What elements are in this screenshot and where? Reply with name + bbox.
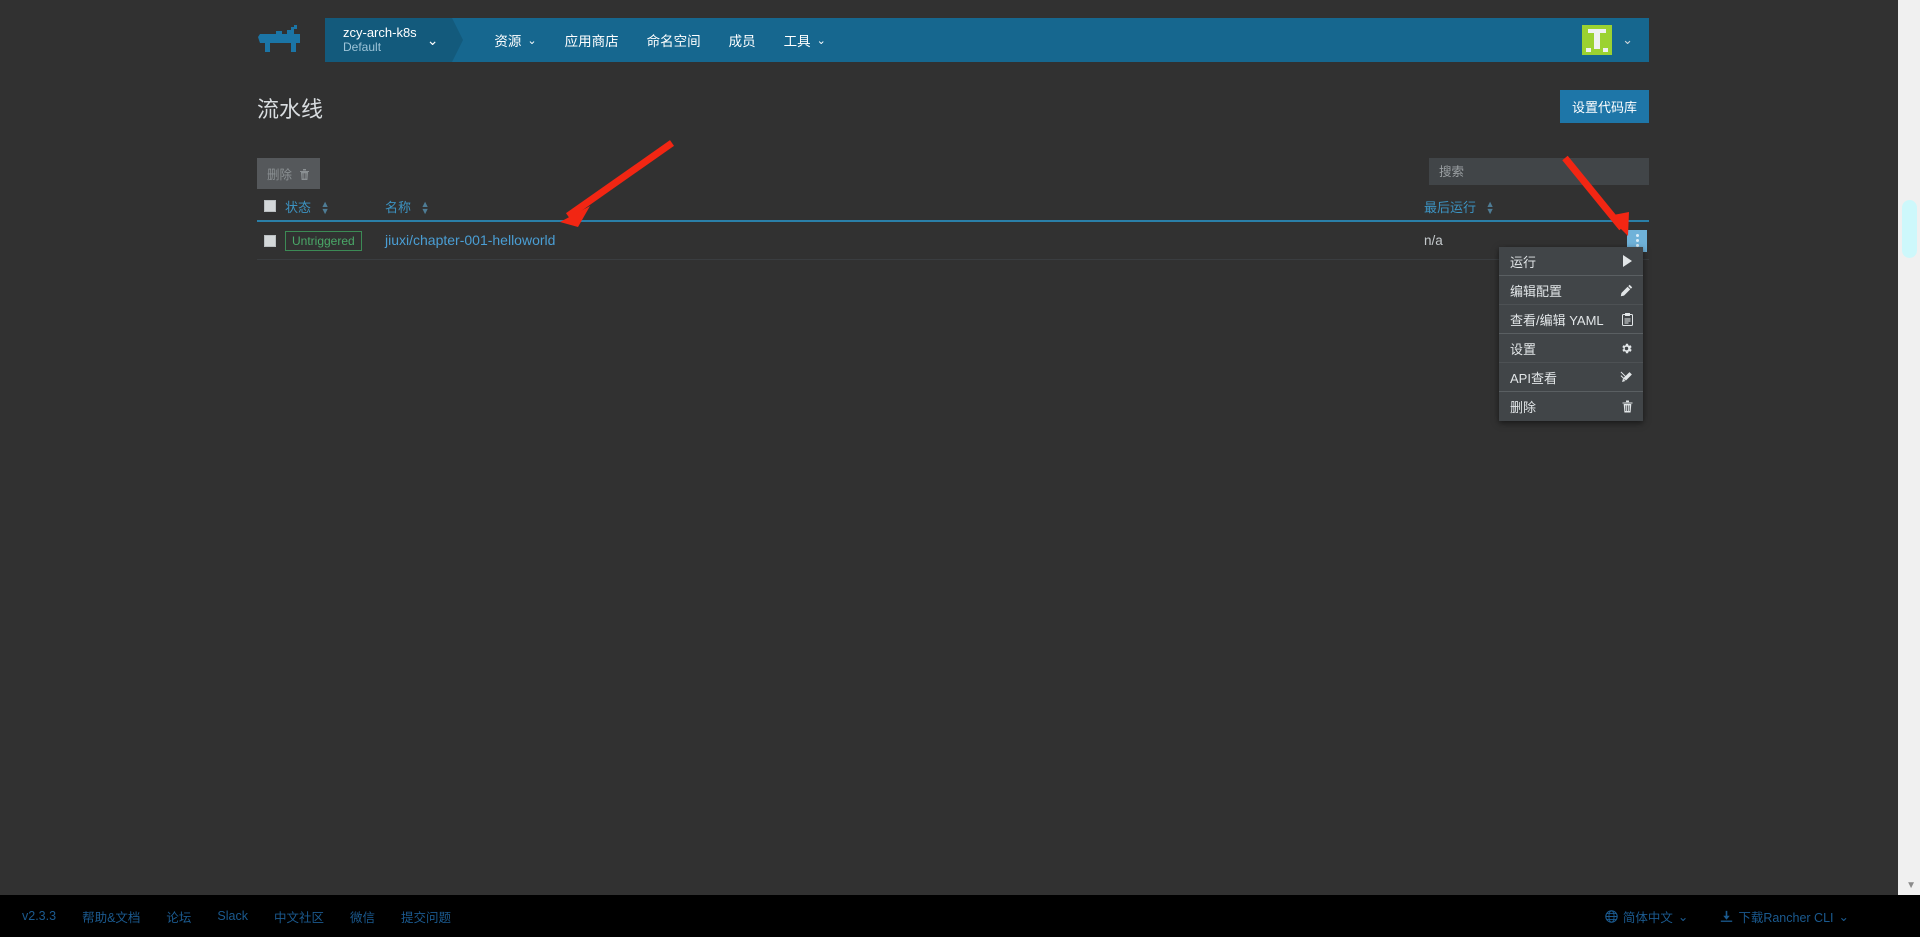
chevron-down-icon: ⌄ [1677, 909, 1689, 924]
page-canvas [0, 0, 1898, 895]
table-header-row: 状态 ▲ ▼ 名称 ▲ ▼ 最后运行 ▲ ▼ [257, 192, 1649, 222]
nav-item-members[interactable]: 成员 [715, 18, 770, 62]
footer-link-wechat[interactable]: 微信 [337, 907, 388, 926]
language-selector[interactable]: 简体中文 ⌄ [1589, 907, 1705, 926]
bulk-delete-button[interactable]: 删除 [257, 158, 321, 189]
nav-item-resources[interactable]: 资源 ⌄ [480, 18, 550, 62]
project-name: Default [343, 39, 382, 54]
footer-right: 简体中文 ⌄ 下载Rancher CLI ⌄ [1589, 907, 1920, 926]
nav-item-namespaces[interactable]: 命名空间 [633, 18, 715, 62]
column-header-name[interactable]: 名称 ▲ ▼ [370, 197, 1424, 216]
language-label: 简体中文 [1622, 910, 1673, 925]
table-toolbar: 删除 [257, 158, 1649, 189]
row-select-cell [257, 234, 285, 247]
bulk-delete-label: 删除 [267, 168, 293, 182]
footer-links: v2.3.3 帮助&文档 论坛 Slack 中文社区 微信 提交问题 [0, 907, 464, 926]
footer-link-file-issue[interactable]: 提交问题 [388, 907, 464, 926]
menu-item-label: 编辑配置 [1510, 283, 1563, 299]
vertical-scrollbar[interactable]: ▼ [1898, 0, 1920, 895]
nav-item-label: 工具 [783, 34, 811, 49]
footer-link-forums[interactable]: 论坛 [153, 907, 204, 926]
chevron-down-icon: ⌄ [527, 34, 537, 47]
scroll-down-arrow-icon[interactable]: ▼ [1906, 880, 1916, 891]
column-header-label: 最后运行 [1424, 199, 1477, 215]
nav-item-apps[interactable]: 应用商店 [551, 18, 633, 62]
row-actions-menu: 运行 编辑配置 查看/编辑 YAML 设置 API查看 删除 [1499, 247, 1643, 421]
page-title: 流水线 [257, 97, 324, 122]
pencil-icon [1617, 284, 1633, 297]
user-menu[interactable]: ⌄ [1582, 18, 1649, 62]
sort-icon[interactable]: ▲ ▼ [1486, 200, 1495, 216]
nav-item-tools[interactable]: 工具 ⌄ [770, 18, 840, 62]
menu-item-run[interactable]: 运行 [1499, 247, 1643, 276]
status-badge: Untriggered [285, 230, 362, 251]
footer-link-version[interactable]: v2.3.3 [22, 909, 69, 923]
footer-link-slack[interactable]: Slack [204, 909, 261, 923]
menu-item-label: 运行 [1510, 254, 1537, 270]
cluster-project-picker[interactable]: zcy-arch-k8s Default ⌄ [325, 18, 464, 62]
scrollbar-thumb[interactable] [1902, 200, 1917, 258]
menu-item-api-view[interactable]: API查看 [1499, 363, 1643, 392]
search-input[interactable] [1429, 158, 1649, 185]
trash-icon [1617, 400, 1633, 413]
pipeline-link[interactable]: jiuxi/chapter-001-helloworld [385, 232, 555, 248]
last-run-value: n/a [1424, 232, 1443, 248]
page-header: 流水线 设置代码库 [257, 90, 1649, 130]
avatar [1582, 25, 1613, 55]
cluster-name: zcy-arch-k8s [343, 24, 417, 40]
chevron-down-icon: ⌄ [1838, 909, 1849, 924]
nav-item-label: 命名空间 [646, 34, 701, 49]
gear-icon [1617, 342, 1633, 355]
api-icon [1617, 371, 1633, 384]
menu-item-delete[interactable]: 删除 [1499, 392, 1643, 421]
chevron-down-icon: ⌄ [816, 34, 826, 47]
column-header-state[interactable]: 状态 ▲ ▼ [285, 197, 370, 216]
globe-icon [1605, 909, 1618, 923]
download-cli-label: 下载Rancher CLI [1738, 910, 1834, 925]
row-state-cell: Untriggered [285, 230, 370, 251]
nav-item-label: 应用商店 [564, 34, 619, 49]
chevron-down-icon: ⌄ [1622, 32, 1633, 47]
chevron-down-icon: ⌄ [426, 31, 439, 48]
configure-repositories-button[interactable]: 设置代码库 [1559, 90, 1649, 123]
row-name-cell: jiuxi/chapter-001-helloworld [370, 232, 1424, 250]
menu-item-label: 删除 [1510, 400, 1537, 415]
table-row: Untriggered jiuxi/chapter-001-helloworld… [257, 222, 1649, 260]
rancher-logo[interactable] [250, 18, 310, 62]
rancher-cow-logo-icon [258, 25, 300, 52]
select-all-cell [257, 200, 285, 212]
column-header-last-run[interactable]: 最后运行 ▲ ▼ [1424, 197, 1609, 216]
footer-link-chinese-community[interactable]: 中文社区 [261, 907, 337, 926]
sort-icon[interactable]: ▲ ▼ [421, 200, 430, 216]
menu-item-label: API查看 [1510, 370, 1557, 386]
page-footer: v2.3.3 帮助&文档 论坛 Slack 中文社区 微信 提交问题 简体中文 … [0, 895, 1920, 937]
select-all-checkbox[interactable] [264, 200, 276, 212]
menu-item-settings[interactable]: 设置 [1499, 334, 1643, 363]
clipboard-icon [1617, 312, 1633, 326]
column-header-label: 状态 [285, 199, 312, 215]
play-icon [1617, 255, 1633, 267]
nav-items: 资源 ⌄ 应用商店 命名空间 成员 工具 ⌄ [452, 18, 839, 62]
pipelines-table: 状态 ▲ ▼ 名称 ▲ ▼ 最后运行 ▲ ▼ Untriggered jiuxi/ch… [257, 192, 1649, 260]
menu-item-label: 设置 [1510, 341, 1537, 357]
nav-item-label: 资源 [494, 34, 522, 49]
download-cli-link[interactable]: 下载Rancher CLI ⌄ [1704, 907, 1865, 926]
row-checkbox[interactable] [264, 234, 276, 247]
sort-icon[interactable]: ▲ ▼ [321, 200, 330, 216]
download-icon [1721, 910, 1733, 922]
column-header-label: 名称 [385, 199, 412, 215]
top-navigation-bar: zcy-arch-k8s Default ⌄ 资源 ⌄ 应用商店 命名空间 成员… [325, 18, 1649, 62]
footer-link-help-docs[interactable]: 帮助&文档 [69, 907, 153, 926]
rancher-pipeline-page: zcy-arch-k8s Default ⌄ 资源 ⌄ 应用商店 命名空间 成员… [0, 0, 1920, 937]
menu-item-label: 查看/编辑 YAML [1510, 312, 1604, 328]
trash-icon [300, 168, 310, 180]
nav-item-label: 成员 [728, 34, 756, 49]
menu-item-edit-config[interactable]: 编辑配置 [1499, 276, 1643, 305]
menu-item-view-edit-yaml[interactable]: 查看/编辑 YAML [1499, 305, 1643, 334]
